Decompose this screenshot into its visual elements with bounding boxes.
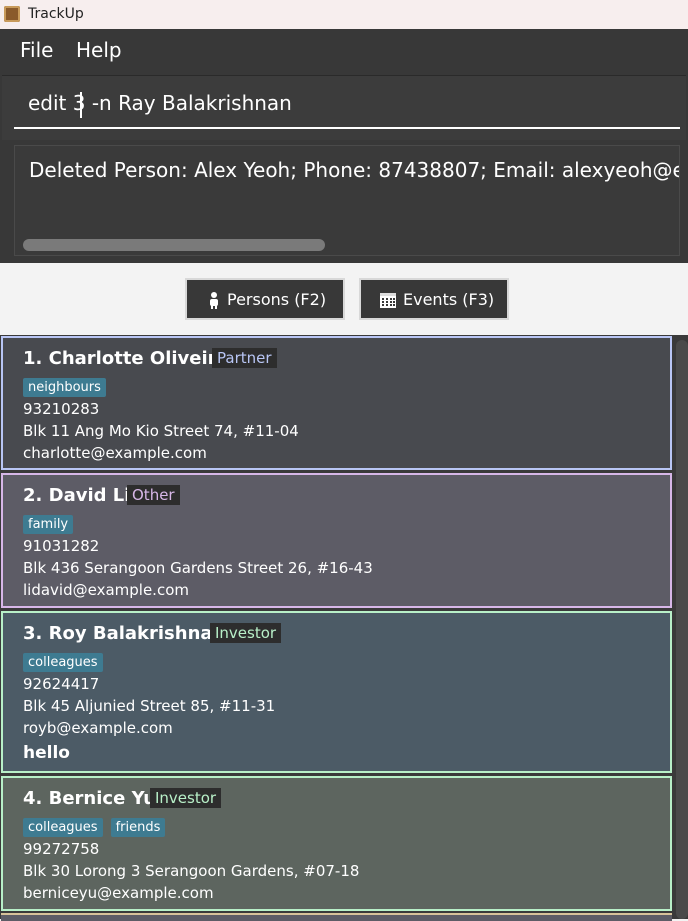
- vertical-scrollbar[interactable]: [676, 340, 688, 919]
- role-badge: Investor: [210, 623, 282, 643]
- role-badge: Other: [127, 485, 180, 505]
- person-email: lidavid@example.com: [23, 581, 189, 599]
- role-badge: Partner: [212, 348, 277, 368]
- person-address: Blk 436 Serangoon Gardens Street 26, #16…: [23, 559, 373, 577]
- person-name: 4. Bernice Yu: [23, 788, 157, 809]
- person-name: 1. Charlotte Oliveiro: [23, 348, 229, 369]
- tag-list: colleagues: [23, 651, 111, 672]
- tag-list: colleagues friends: [23, 816, 173, 837]
- persons-button[interactable]: Persons (F2): [185, 278, 345, 320]
- person-card[interactable]: 1. Charlotte Oliveiro Partner neighbours…: [1, 336, 672, 470]
- menu-file[interactable]: File: [20, 38, 53, 62]
- result-display: Deleted Person: Alex Yeoh; Phone: 874388…: [14, 145, 680, 256]
- title-bar: TrackUp: [0, 0, 688, 29]
- person-phone: 91031282: [23, 537, 100, 555]
- person-note: hello: [23, 743, 70, 763]
- tag: neighbours: [23, 378, 106, 397]
- person-name: 3. Roy Balakrishnan: [23, 623, 226, 644]
- person-email: charlotte@example.com: [23, 444, 207, 462]
- calendar-icon: [380, 293, 396, 308]
- tag: colleagues: [23, 818, 103, 837]
- role-badge: Investor: [150, 788, 222, 808]
- text-caret: [80, 92, 82, 118]
- person-card[interactable]: 3. Roy Balakrishnan Investor colleagues …: [1, 611, 672, 773]
- window-title: TrackUp: [28, 6, 84, 22]
- person-card[interactable]: 2. David Li Other family 91031282 Blk 43…: [1, 473, 672, 608]
- events-button[interactable]: Events (F3): [359, 278, 509, 320]
- person-address: Blk 45 Aljunied Street 85, #11-31: [23, 697, 276, 715]
- person-card-partial: [1, 913, 672, 921]
- person-phone: 93210283: [23, 400, 100, 418]
- tag-list: family: [23, 513, 81, 534]
- person-address: Blk 11 Ang Mo Kio Street 74, #11-04: [23, 422, 299, 440]
- person-email: berniceyu@example.com: [23, 884, 214, 902]
- person-phone: 99272758: [23, 840, 100, 858]
- tag-list: neighbours: [23, 376, 114, 397]
- tag: family: [23, 515, 74, 534]
- person-phone: 92624417: [23, 675, 100, 693]
- person-card[interactable]: 4. Bernice Yu Investor colleagues friends…: [1, 776, 672, 911]
- horizontal-scrollbar[interactable]: [23, 239, 325, 251]
- result-text: Deleted Person: Alex Yeoh; Phone: 874388…: [29, 158, 680, 182]
- menu-help[interactable]: Help: [76, 38, 122, 62]
- person-email: royb@example.com: [23, 719, 173, 737]
- events-button-label: Events (F3): [403, 290, 495, 309]
- person-name: 2. David Li: [23, 485, 131, 506]
- command-input[interactable]: [14, 79, 680, 129]
- persons-button-label: Persons (F2): [227, 290, 327, 309]
- person-address: Blk 30 Lorong 3 Serangoon Gardens, #07-1…: [23, 862, 360, 880]
- person-icon: [210, 292, 218, 309]
- tag: friends: [110, 818, 166, 837]
- app-icon: [4, 6, 20, 22]
- tag: colleagues: [23, 653, 103, 672]
